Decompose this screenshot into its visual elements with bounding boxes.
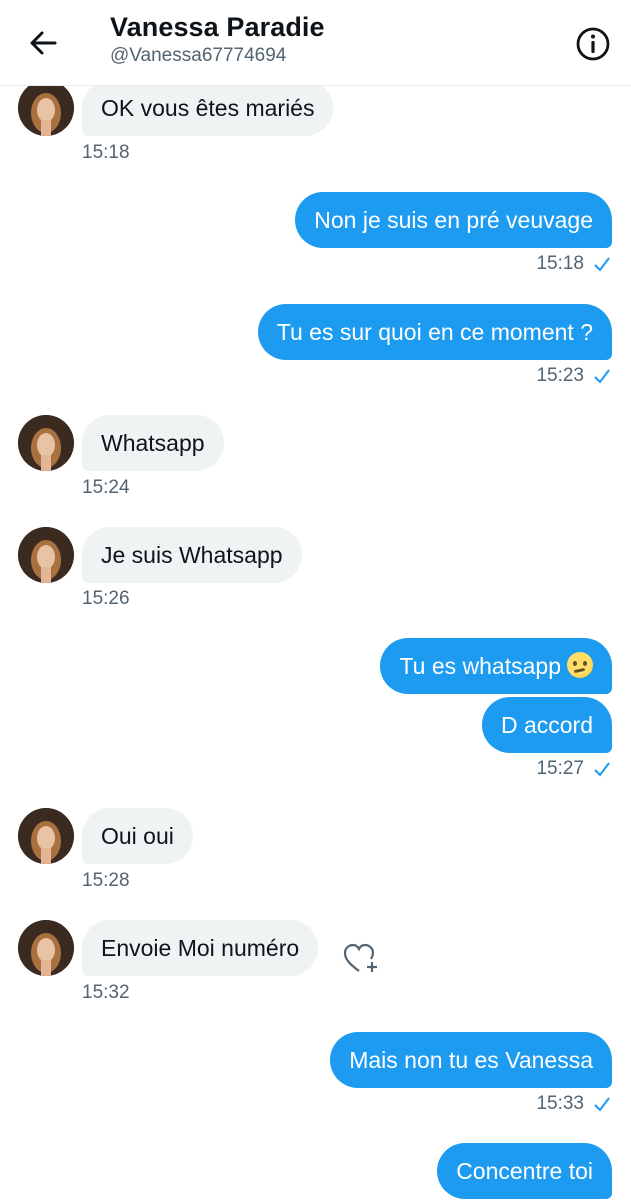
avatar[interactable] (18, 80, 74, 136)
avatar[interactable] (18, 527, 74, 583)
check-icon (592, 759, 612, 779)
message-text: Tu es whatsapp (399, 653, 561, 679)
dm-conversation-screen: OK vous êtes mariés 15:18 Non je suis en… (0, 0, 631, 1200)
message-timestamp: 15:18 (536, 253, 584, 274)
message-bubble-incoming[interactable]: Oui oui (82, 808, 193, 864)
arrow-left-icon[interactable] (22, 22, 64, 64)
message-bubble-outgoing[interactable]: Tu es sur quoi en ce moment ? (257, 304, 612, 360)
message-bubble-outgoing[interactable]: Non je suis en pré veuvage (295, 192, 612, 248)
message-timestamp: 15:18 (82, 142, 130, 163)
message-bubble-incoming[interactable]: Envoie Moi numéro (82, 920, 319, 976)
message-timestamp: 15:26 (82, 588, 130, 609)
message-bubble-outgoing[interactable]: Tu es whatsapp (380, 638, 612, 694)
message-bubble-outgoing[interactable]: D accord (481, 697, 612, 753)
message-meta: 15:27 (536, 758, 612, 780)
message-meta: 15:18 (536, 253, 612, 275)
check-icon (592, 1094, 612, 1114)
avatar[interactable] (18, 808, 74, 864)
info-circle-icon[interactable] (575, 26, 611, 62)
heart-plus-icon[interactable] (341, 940, 381, 976)
message-meta: 15:33 (536, 1093, 612, 1115)
message-meta: 15:23 (536, 365, 612, 387)
message-bubble-incoming[interactable]: OK vous êtes mariés (82, 80, 334, 136)
message-bubble-outgoing[interactable]: Concentre toi (437, 1143, 612, 1199)
message-bubble-incoming[interactable]: Whatsapp (82, 415, 224, 471)
check-icon (592, 366, 612, 386)
thinking-face-emoji-icon (567, 651, 593, 678)
contact-name: Vanessa Paradie (110, 12, 325, 42)
avatar[interactable] (18, 920, 74, 976)
message-timestamp: 15:23 (536, 365, 584, 386)
message-timestamp: 15:33 (536, 1093, 584, 1114)
check-icon (592, 254, 612, 274)
message-list[interactable]: OK vous êtes mariés 15:18 Non je suis en… (0, 0, 631, 1200)
conversation-title-block[interactable]: Vanessa Paradie @Vanessa67774694 (110, 8, 325, 68)
avatar[interactable] (18, 415, 74, 471)
conversation-header: Vanessa Paradie @Vanessa67774694 (0, 0, 631, 86)
message-timestamp: 15:24 (82, 477, 130, 498)
message-timestamp: 15:32 (82, 982, 130, 1003)
message-timestamp: 15:27 (536, 758, 584, 779)
message-bubble-incoming[interactable]: Je suis Whatsapp (82, 527, 302, 583)
message-bubble-outgoing[interactable]: Mais non tu es Vanessa (330, 1032, 612, 1088)
contact-handle: @Vanessa67774694 (110, 45, 287, 66)
message-timestamp: 15:28 (82, 870, 130, 891)
